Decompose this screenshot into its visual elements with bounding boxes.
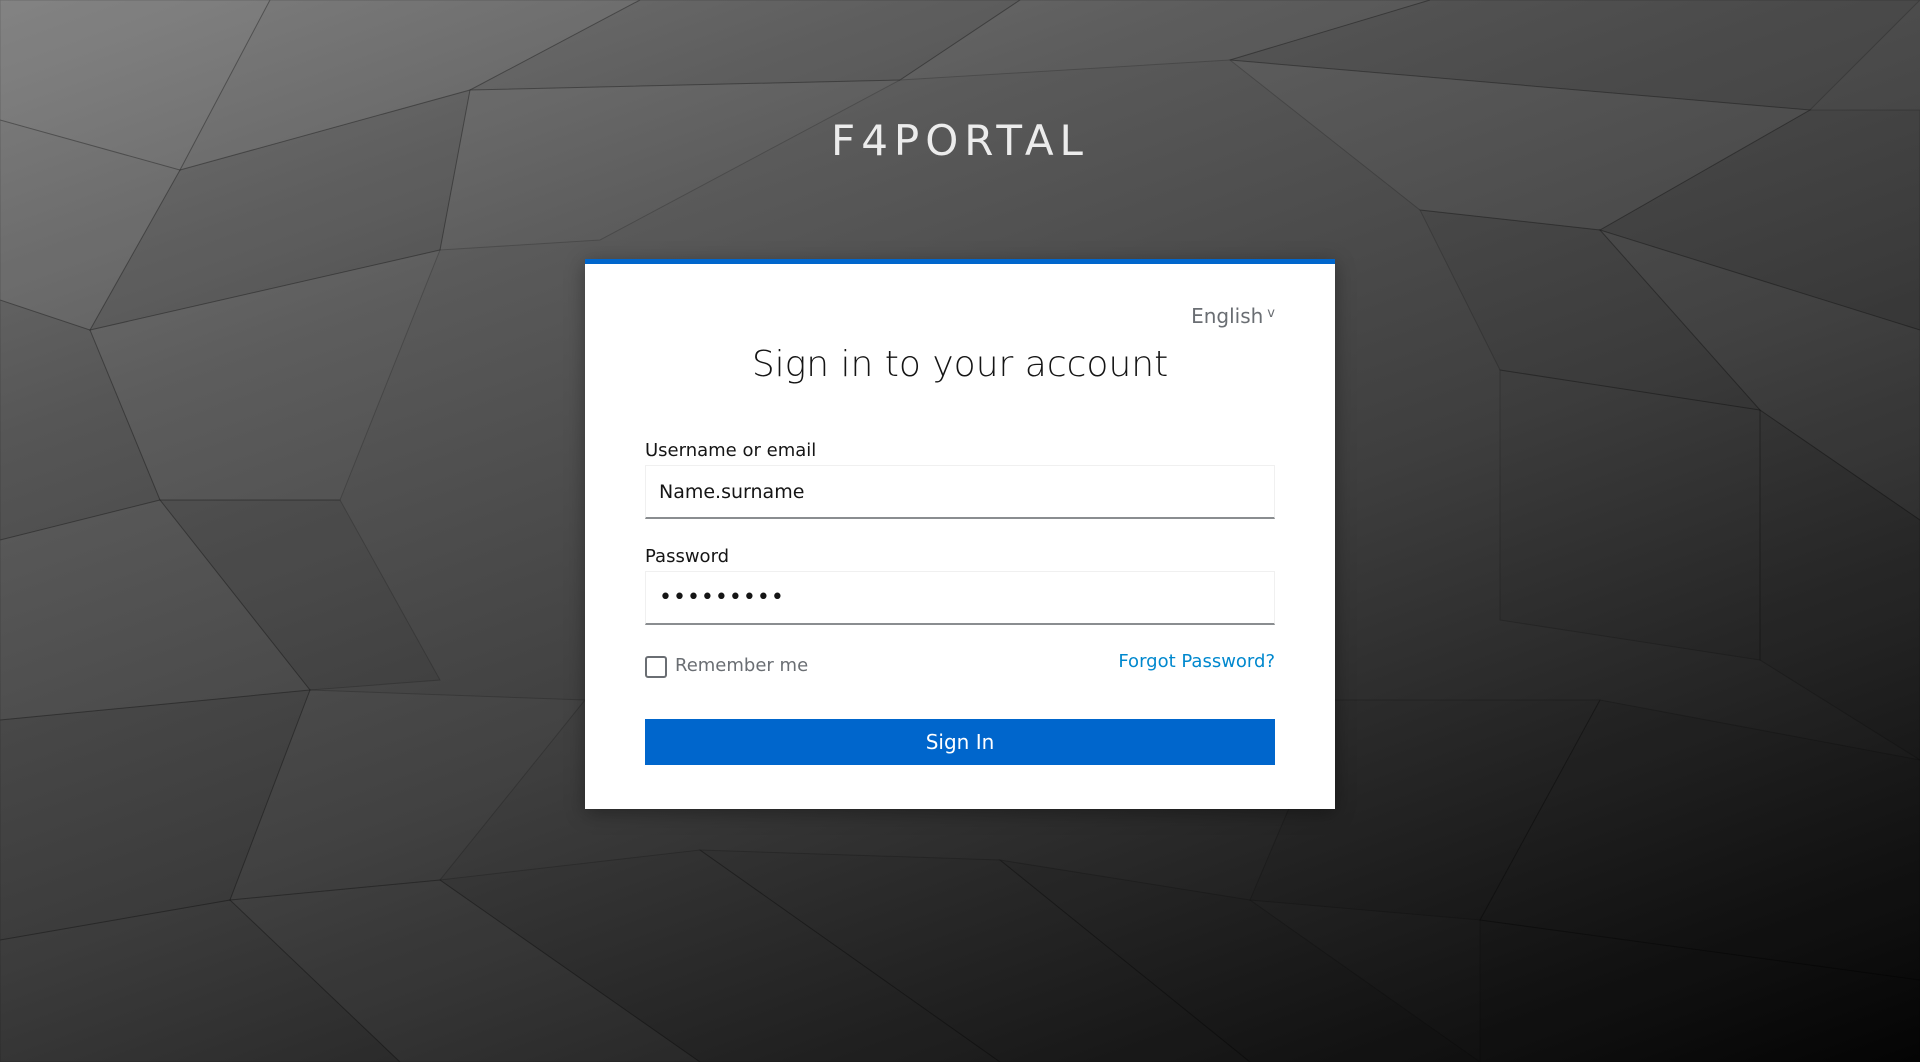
remember-me-label: Remember me [675,654,809,676]
remember-me-checkbox[interactable] [645,656,667,678]
page-title: Sign in to your account [751,344,1169,385]
chevron-down-icon: v [1267,306,1275,321]
language-label: English [1191,304,1264,328]
language-selector[interactable]: English v [1191,304,1275,328]
username-field[interactable] [645,465,1275,519]
login-card: English v Sign in to your account Usernam… [585,259,1335,809]
password-label: Password [645,546,730,567]
password-field[interactable] [645,571,1275,625]
remember-me-option[interactable]: Remember me [645,652,808,678]
sign-in-button[interactable]: Sign In [645,719,1275,765]
brand-title: F4PORTAL [831,116,1089,165]
forgot-password-link[interactable]: Forgot Password? [1118,651,1275,672]
username-label: Username or email [645,440,817,461]
